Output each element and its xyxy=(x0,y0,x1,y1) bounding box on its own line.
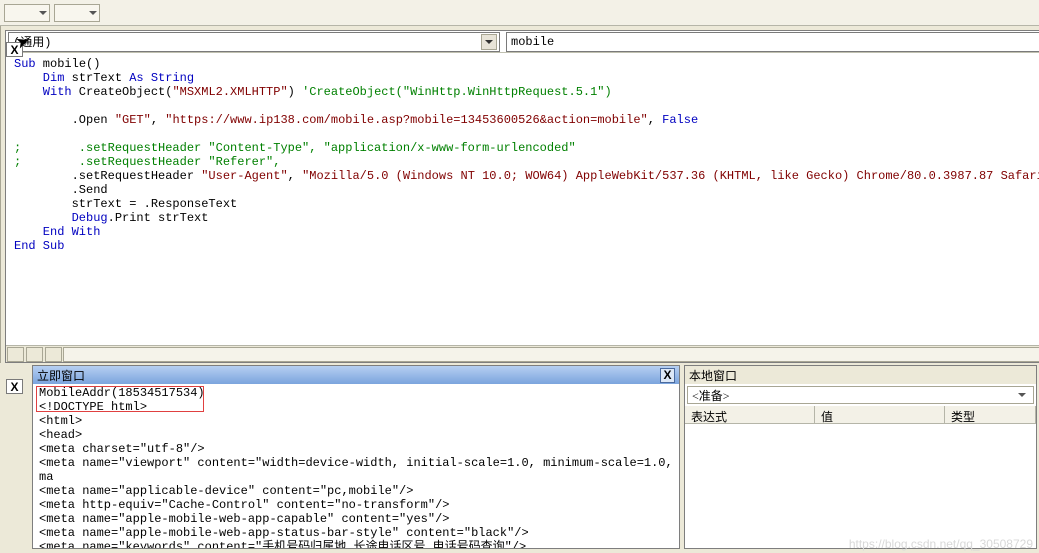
code-body[interactable]: Sub mobile() Dim strText As String With … xyxy=(6,53,1039,345)
chevron-down-icon xyxy=(481,34,497,50)
scroll-left-icon[interactable] xyxy=(7,347,24,362)
object-combo[interactable]: (通用) xyxy=(8,32,500,52)
main-row: X (通用) mobile Sub mobile() Dim strText A… xyxy=(0,26,1039,363)
locals-col-type[interactable]: 类型 xyxy=(945,406,1036,423)
close-pane-button-2[interactable]: X xyxy=(6,379,23,394)
procedure-combo[interactable]: mobile xyxy=(506,32,1039,52)
left-gutter: X xyxy=(0,26,1,363)
toolbar-dropdown-2[interactable] xyxy=(54,4,100,22)
locals-title-bar: 本地窗口 xyxy=(685,366,1036,384)
horizontal-scrollbar[interactable] xyxy=(6,345,1039,362)
code-area: (通用) mobile Sub mobile() Dim strText As … xyxy=(5,30,1039,363)
immediate-window: 立即窗口 X MobileAddr(18534517534)<!DOCTYPE … xyxy=(32,365,680,549)
chevron-down-icon xyxy=(1015,388,1029,402)
left-gutter-lower: X xyxy=(0,363,30,551)
scroll-split-icon[interactable] xyxy=(26,347,43,362)
watermark-text: https://blog.csdn.net/qq_30508729 xyxy=(849,537,1033,551)
scroll-track[interactable] xyxy=(63,347,1039,362)
close-icon[interactable]: X xyxy=(660,368,675,383)
immediate-body[interactable]: MobileAddr(18534517534)<!DOCTYPE html><h… xyxy=(33,384,679,548)
scroll-left2-icon[interactable] xyxy=(45,347,62,362)
locals-col-value[interactable]: 值 xyxy=(815,406,945,423)
toolbar-dropdown-1[interactable] xyxy=(4,4,50,22)
lower-row: X 立即窗口 X MobileAddr(18534517534)<!DOCTYP… xyxy=(0,363,1039,551)
locals-header-row: 表达式 值 类型 xyxy=(685,406,1036,424)
immediate-title: 立即窗口 xyxy=(37,367,85,384)
top-toolbar xyxy=(0,0,1039,26)
locals-window: 本地窗口 <准备> 表达式 值 类型 xyxy=(684,365,1037,549)
locals-body xyxy=(685,424,1036,548)
locals-context-label: <准备> xyxy=(692,387,730,404)
locals-col-expression[interactable]: 表达式 xyxy=(685,406,815,423)
close-pane-button[interactable]: X xyxy=(6,42,23,57)
procedure-combo-label: mobile xyxy=(511,35,554,49)
locals-title: 本地窗口 xyxy=(689,367,737,384)
locals-context-combo[interactable]: <准备> xyxy=(687,386,1034,404)
object-proc-row: (通用) mobile xyxy=(6,31,1039,53)
immediate-title-bar: 立即窗口 X xyxy=(33,366,679,384)
